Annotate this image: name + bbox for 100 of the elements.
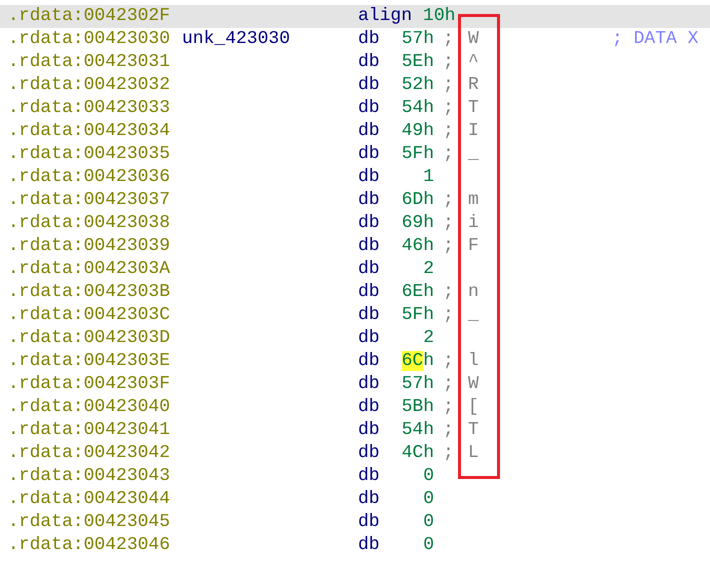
address: .rdata:00423045: [8, 511, 172, 534]
address: .rdata:0042303F: [8, 373, 172, 396]
operand: 2: [423, 327, 434, 350]
char-comment: F: [468, 235, 480, 258]
char-comment: [: [468, 396, 480, 419]
operand: 0: [423, 488, 434, 511]
operand: 5Eh: [402, 51, 434, 74]
address: .rdata:0042303C: [8, 304, 172, 327]
address: .rdata:00423033: [8, 97, 172, 120]
operand: 6Dh: [402, 189, 434, 212]
operand: 49h: [402, 120, 434, 143]
address: .rdata:00423040: [8, 396, 172, 419]
address: .rdata:0042302F: [8, 5, 172, 28]
mnemonic: db: [358, 327, 380, 350]
address: .rdata:00423039: [8, 235, 172, 258]
comment-separator: ;: [443, 282, 454, 302]
operand: 10h: [423, 5, 456, 28]
operand: 0: [423, 465, 434, 488]
mnemonic: db: [358, 189, 380, 212]
mnemonic: db: [358, 350, 380, 373]
mnemonic: db: [358, 488, 380, 511]
address: .rdata:00423043: [8, 465, 172, 488]
address: .rdata:00423032: [8, 74, 172, 97]
comment-separator: ;: [443, 52, 454, 72]
address: .rdata:00423034: [8, 120, 172, 143]
operand: 6Ch: [402, 350, 434, 373]
mnemonic: align: [358, 5, 412, 28]
char-comment: i: [468, 212, 480, 235]
mnemonic: db: [358, 235, 380, 258]
label: unk_423030: [182, 28, 292, 51]
operand: 5Fh: [402, 304, 434, 327]
address: .rdata:00423044: [8, 488, 172, 511]
operand: 0: [423, 534, 434, 557]
operand: 69h: [402, 212, 434, 235]
operand: 6Eh: [402, 281, 434, 304]
operand: 5Fh: [402, 143, 434, 166]
operand: 0: [423, 511, 434, 534]
comment-separator: ;: [443, 236, 454, 256]
mnemonic: db: [358, 28, 380, 51]
comment-separator: ;: [443, 305, 454, 325]
comment-separator: ;: [443, 29, 454, 49]
comment-separator: ;: [443, 190, 454, 210]
char-comment: W: [468, 373, 480, 396]
char-comment: ^: [468, 51, 480, 74]
address: .rdata:00423037: [8, 189, 172, 212]
comment-separator: ;: [443, 75, 454, 95]
address: .rdata:00423031: [8, 51, 172, 74]
char-comment: R: [468, 74, 480, 97]
comment-separator: ;: [443, 98, 454, 118]
address: .rdata:0042303D: [8, 327, 172, 350]
comment-separator: ;: [443, 351, 454, 371]
mnemonic: db: [358, 534, 380, 557]
mnemonic: db: [358, 465, 380, 488]
mnemonic: db: [358, 166, 380, 189]
address: .rdata:0042303A: [8, 258, 172, 281]
mnemonic: db: [358, 373, 380, 396]
operand: 54h: [402, 419, 434, 442]
mnemonic: db: [358, 51, 380, 74]
char-comment: I: [468, 120, 480, 143]
mnemonic: db: [358, 442, 380, 465]
char-comment: T: [468, 419, 480, 442]
mnemonic: db: [358, 511, 380, 534]
mnemonic: db: [358, 396, 380, 419]
mnemonic: db: [358, 258, 380, 281]
address: .rdata:0042303B: [8, 281, 172, 304]
address: .rdata:00423042: [8, 442, 172, 465]
char-comment: m: [468, 189, 480, 212]
operand: 57h: [402, 373, 434, 396]
operand: 46h: [402, 235, 434, 258]
operand: 52h: [402, 74, 434, 97]
address: .rdata:00423038: [8, 212, 172, 235]
comment-separator: ;: [443, 397, 454, 417]
address: .rdata:00423046: [8, 534, 172, 557]
mnemonic: db: [358, 74, 380, 97]
comment-separator: ;: [443, 144, 454, 164]
operand: 57h: [402, 28, 434, 51]
mnemonic: db: [358, 143, 380, 166]
mnemonic: db: [358, 281, 380, 304]
operand: 54h: [402, 97, 434, 120]
char-comment: _: [468, 304, 480, 327]
char-comment: T: [468, 97, 480, 120]
char-comment: l: [468, 350, 480, 373]
mnemonic: db: [358, 304, 380, 327]
char-comment: W: [468, 28, 480, 51]
mnemonic: db: [358, 419, 380, 442]
char-comment: _: [468, 143, 480, 166]
comment-separator: ;: [443, 443, 454, 463]
address: .rdata:00423041: [8, 419, 172, 442]
address: .rdata:00423036: [8, 166, 172, 189]
address: .rdata:00423030: [8, 28, 172, 51]
operand: 5Bh: [402, 396, 434, 419]
mnemonic: db: [358, 212, 380, 235]
mnemonic: db: [358, 97, 380, 120]
char-comment: n: [468, 281, 480, 304]
operand: 2: [423, 258, 434, 281]
comment-separator: ;: [443, 213, 454, 233]
xref-comment: ; DATA X: [612, 28, 698, 51]
comment-separator: ;: [443, 374, 454, 394]
operand: 1: [423, 166, 434, 189]
operand: 4Ch: [402, 442, 434, 465]
